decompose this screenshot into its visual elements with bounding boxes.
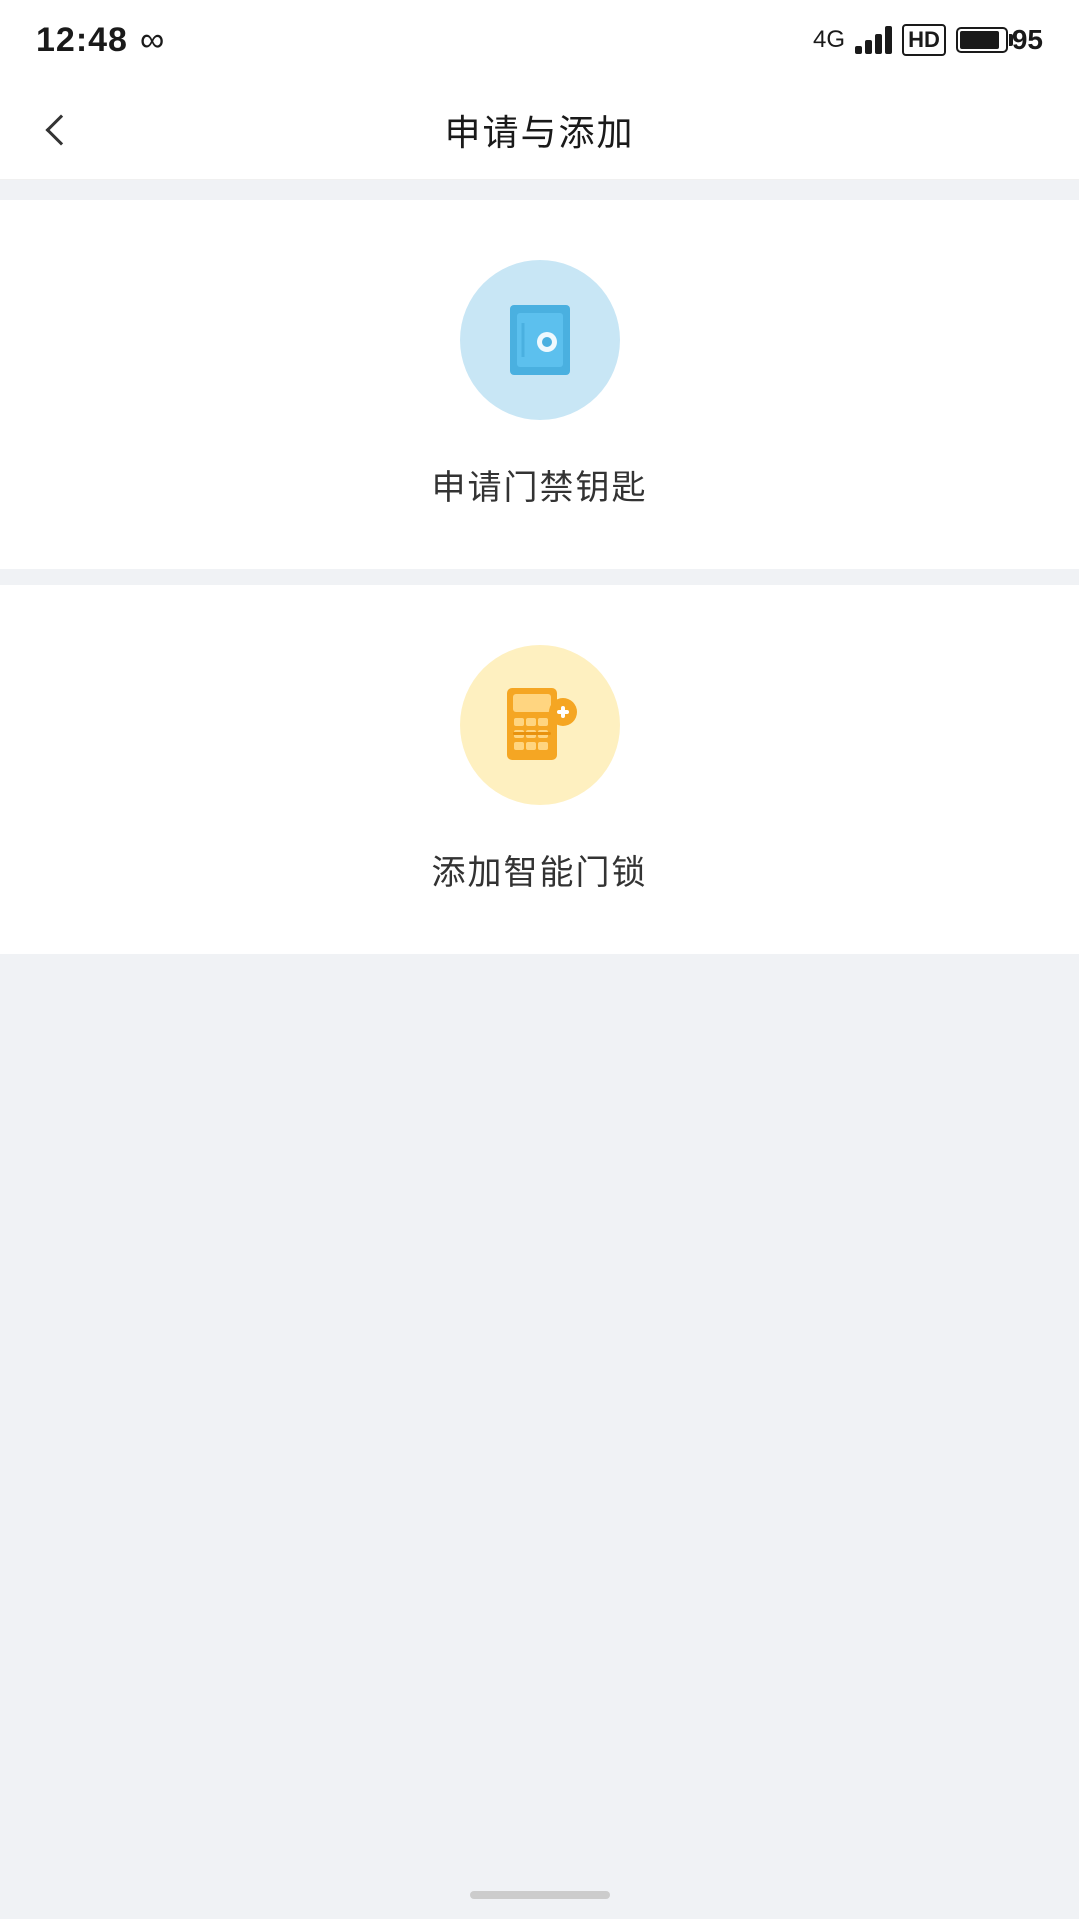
apply-key-card[interactable]: 申请门禁钥匙 xyxy=(0,200,1079,569)
hd-badge: HD xyxy=(902,24,946,56)
signal-bars-icon xyxy=(855,26,892,54)
battery-container: 95 xyxy=(956,24,1043,56)
add-lock-icon-container xyxy=(460,645,620,805)
status-right: 4G HD 95 xyxy=(813,24,1043,56)
battery-percent: 95 xyxy=(1012,24,1043,56)
battery-fill xyxy=(960,31,1000,49)
add-lock-label: 添加智能门锁 xyxy=(432,845,648,894)
smart-lock-icon xyxy=(495,680,585,770)
add-lock-card[interactable]: 添加智能门锁 xyxy=(0,585,1079,954)
home-indicator xyxy=(470,1891,610,1899)
status-time: 12:48 xyxy=(36,21,128,60)
apply-key-label: 申请门禁钥匙 xyxy=(432,460,648,509)
status-left: 12:48 ∞ xyxy=(36,21,164,60)
status-bar: 12:48 ∞ 4G HD 95 xyxy=(0,0,1079,80)
battery-icon xyxy=(956,27,1008,53)
signal-bar-1 xyxy=(855,46,862,54)
apply-key-icon-container xyxy=(460,260,620,420)
signal-bar-2 xyxy=(865,40,872,54)
nav-bar: 申请与添加 xyxy=(0,80,1079,180)
content-area: 申请门禁钥匙 xyxy=(0,180,1079,974)
page-title: 申请与添加 xyxy=(444,104,634,156)
door-key-icon xyxy=(495,295,585,385)
status-infinity: ∞ xyxy=(140,21,164,60)
signal-bar-4 xyxy=(885,26,892,54)
back-button[interactable] xyxy=(36,105,86,155)
signal-bar-3 xyxy=(875,34,882,54)
signal-4g-text: 4G xyxy=(813,26,845,54)
back-arrow-icon xyxy=(45,114,76,145)
